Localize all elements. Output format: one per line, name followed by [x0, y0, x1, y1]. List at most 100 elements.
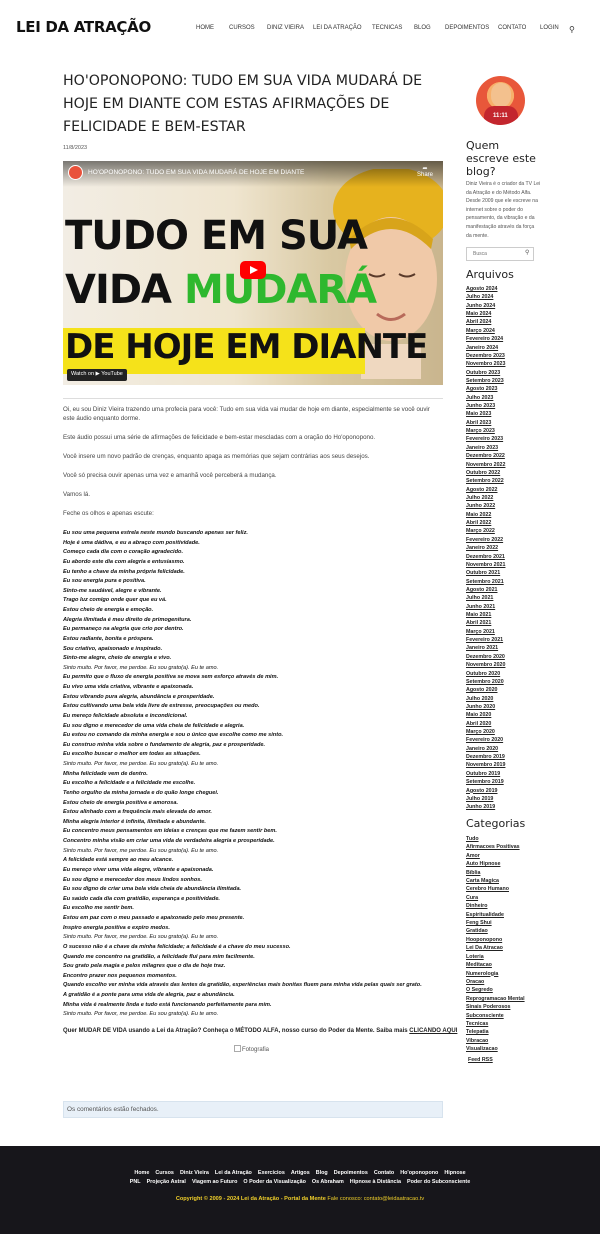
footer-link[interactable]: Artigos: [291, 1170, 310, 1176]
nav-item-login[interactable]: LOGIN: [540, 25, 559, 31]
nav-item-tecnicas[interactable]: TECNICAS: [372, 25, 402, 31]
feed-rss-link[interactable]: Feed RSS: [468, 1057, 493, 1063]
archive-link[interactable]: Dezembro 2023: [466, 352, 505, 360]
footer-link[interactable]: Ho'oponopono: [400, 1170, 438, 1176]
archive-link[interactable]: Dezembro 2019: [466, 753, 505, 761]
category-link[interactable]: Vibracao: [466, 1037, 525, 1045]
nav-item-contato[interactable]: CONTATO: [498, 25, 526, 31]
archive-link[interactable]: Novembro 2023: [466, 360, 505, 368]
footer-link[interactable]: Hipnose à Distância: [350, 1179, 401, 1185]
video-title[interactable]: HO'OPONOPONO: TUDO EM SUA VIDA MUDARÁ DE…: [88, 169, 304, 176]
archive-link[interactable]: Julho 2021: [466, 594, 505, 602]
archive-link[interactable]: Maio 2021: [466, 611, 505, 619]
archive-link[interactable]: Fevereiro 2021: [466, 636, 505, 644]
archive-link[interactable]: Outubro 2021: [466, 569, 505, 577]
footer-link[interactable]: Home: [134, 1170, 149, 1176]
archive-link[interactable]: Maio 2024: [466, 310, 505, 318]
footer-link[interactable]: Lei da Atração: [215, 1170, 252, 1176]
category-link[interactable]: Bíblia: [466, 869, 525, 877]
category-link[interactable]: Telepatia: [466, 1028, 525, 1036]
search-icon[interactable]: ⚲: [525, 249, 529, 256]
category-link[interactable]: Gratidao: [466, 927, 525, 935]
footer-link[interactable]: Os Abraham: [312, 1179, 344, 1185]
nav-item-cursos[interactable]: CURSOS: [229, 25, 255, 31]
cta-link[interactable]: CLICANDO AQUI: [409, 1028, 457, 1034]
archive-link[interactable]: Novembro 2021: [466, 561, 505, 569]
archive-link[interactable]: Dezembro 2021: [466, 553, 505, 561]
category-link[interactable]: Tudo: [466, 835, 525, 843]
footer-link[interactable]: PNL: [130, 1179, 141, 1185]
archive-link[interactable]: Julho 2024: [466, 293, 505, 301]
watch-on-youtube[interactable]: Watch on ▶ YouTube: [67, 369, 127, 381]
archive-link[interactable]: Junho 2021: [466, 603, 505, 611]
contact-text[interactable]: Fale conosco: contato@leidaatracao.tv: [326, 1196, 424, 1202]
category-link[interactable]: Afirmacoes Positivas: [466, 843, 525, 851]
archive-link[interactable]: Janeiro 2023: [466, 444, 505, 452]
footer-link[interactable]: Blog: [316, 1170, 328, 1176]
youtube-embed[interactable]: HO'OPONOPONO: TUDO EM SUA VIDA MUDARÁ DE…: [63, 161, 443, 385]
category-link[interactable]: Oracao: [466, 978, 525, 986]
archive-link[interactable]: Janeiro 2021: [466, 644, 505, 652]
search-input[interactable]: [466, 247, 534, 261]
archive-link[interactable]: Agosto 2023: [466, 385, 505, 393]
archive-link[interactable]: Novembro 2019: [466, 761, 505, 769]
category-link[interactable]: Hooponopono: [466, 936, 525, 944]
archive-link[interactable]: Março 2020: [466, 728, 505, 736]
archive-link[interactable]: Abril 2021: [466, 619, 505, 627]
footer-link[interactable]: Projeção Astral: [147, 1179, 186, 1185]
archive-link[interactable]: Julho 2019: [466, 795, 505, 803]
archive-link[interactable]: Junho 2024: [466, 302, 505, 310]
archive-link[interactable]: Outubro 2023: [466, 369, 505, 377]
archive-link[interactable]: Agosto 2021: [466, 586, 505, 594]
archive-link[interactable]: Julho 2022: [466, 494, 505, 502]
category-link[interactable]: Tecnicas: [466, 1020, 525, 1028]
archive-link[interactable]: Outubro 2019: [466, 770, 505, 778]
footer-link[interactable]: Cursos: [155, 1170, 174, 1176]
category-link[interactable]: Loteria: [466, 953, 525, 961]
archive-link[interactable]: Junho 2019: [466, 803, 505, 811]
archive-link[interactable]: Fevereiro 2023: [466, 435, 505, 443]
category-link[interactable]: Visualizacao: [466, 1045, 525, 1053]
archive-link[interactable]: Abril 2024: [466, 318, 505, 326]
archive-link[interactable]: Março 2022: [466, 527, 505, 535]
archive-link[interactable]: Janeiro 2022: [466, 544, 505, 552]
archive-link[interactable]: Julho 2023: [466, 394, 505, 402]
archive-link[interactable]: Janeiro 2024: [466, 344, 505, 352]
archive-link[interactable]: Abril 2022: [466, 519, 505, 527]
archive-link[interactable]: Fevereiro 2024: [466, 335, 505, 343]
archive-link[interactable]: Outubro 2020: [466, 670, 505, 678]
nav-item-blog[interactable]: BLOG: [414, 25, 431, 31]
category-link[interactable]: Auto Hipnose: [466, 860, 525, 868]
category-link[interactable]: Carta Magica: [466, 877, 525, 885]
archive-link[interactable]: Junho 2023: [466, 402, 505, 410]
category-link[interactable]: Sinais Poderosos: [466, 1003, 525, 1011]
nav-item-home[interactable]: Home: [196, 25, 214, 31]
category-link[interactable]: Espiritualidade: [466, 911, 525, 919]
nav-item-lei-da-atra-o[interactable]: LEI DA ATRAÇÃO: [313, 25, 362, 31]
site-logo[interactable]: LEI DA ATRAÇÃO: [16, 18, 151, 36]
nav-item-diniz-vieira[interactable]: DINIZ VIEIRA: [267, 25, 304, 31]
archive-link[interactable]: Setembro 2020: [466, 678, 505, 686]
category-link[interactable]: Lei Da Atracao: [466, 944, 525, 952]
category-link[interactable]: Meditacao: [466, 961, 525, 969]
footer-link[interactable]: Poder do Subconsciente: [407, 1179, 470, 1185]
archive-link[interactable]: Março 2023: [466, 427, 505, 435]
category-link[interactable]: O Segredo: [466, 986, 525, 994]
category-link[interactable]: Subconsciente: [466, 1012, 525, 1020]
archive-link[interactable]: Março 2021: [466, 628, 505, 636]
archive-link[interactable]: Agosto 2024: [466, 285, 505, 293]
search-icon[interactable]: ⚲: [569, 25, 575, 34]
archive-link[interactable]: Março 2024: [466, 327, 505, 335]
archive-link[interactable]: Agosto 2019: [466, 787, 505, 795]
archive-link[interactable]: Setembro 2019: [466, 778, 505, 786]
channel-avatar[interactable]: [68, 165, 83, 180]
archive-link[interactable]: Outubro 2022: [466, 469, 505, 477]
archive-link[interactable]: Abril 2020: [466, 720, 505, 728]
category-link[interactable]: Numerologia: [466, 970, 525, 978]
archive-link[interactable]: Novembro 2022: [466, 461, 505, 469]
category-link[interactable]: Reprogramacao Mental: [466, 995, 525, 1003]
category-link[interactable]: Amor: [466, 852, 525, 860]
archive-link[interactable]: Julho 2020: [466, 695, 505, 703]
footer-link[interactable]: Hipnose: [444, 1170, 465, 1176]
archive-link[interactable]: Setembro 2023: [466, 377, 505, 385]
